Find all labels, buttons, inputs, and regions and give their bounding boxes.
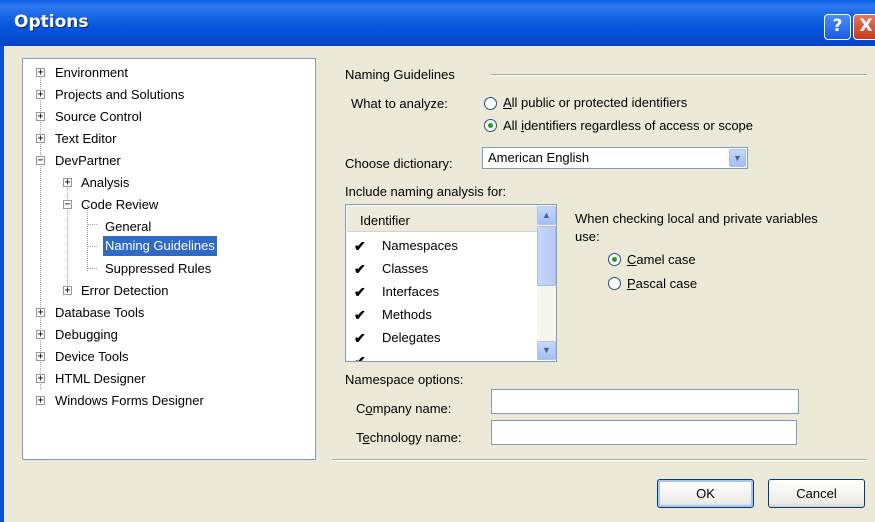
local-vars-label-line1: When checking local and private variable… [575, 211, 818, 226]
collapse-icon[interactable]: − [63, 200, 72, 210]
expand-icon[interactable]: + [36, 112, 45, 122]
list-header-identifier[interactable]: Identifier [347, 206, 537, 232]
namespace-options-label: Namespace options: [345, 372, 464, 387]
list-item-label: Namespaces [382, 238, 458, 253]
tree-item-label: Suppressed Rules [105, 261, 212, 276]
tree-connector [87, 246, 97, 247]
tree-item-label: Database Tools [55, 305, 145, 320]
tree-item-label: General [105, 219, 152, 234]
dictionary-value: American English [488, 150, 590, 165]
tree-item-label: HTML Designer [55, 371, 146, 386]
tree-connector [87, 224, 97, 225]
pascal-case-label[interactable]: Pascal case [627, 276, 697, 291]
checkbox-checked[interactable]: ✔ [354, 239, 367, 253]
company-label-pre: C [356, 401, 366, 416]
collapse-icon[interactable]: − [36, 156, 45, 166]
company-label-text: mpany name: [372, 401, 452, 416]
analyze-all-text: dentifiers regardless of access or scope [523, 118, 754, 133]
expand-icon[interactable]: + [63, 178, 72, 188]
pascal-case-text: ascal case [635, 276, 698, 291]
tree-item-label: Projects and Solutions [55, 87, 185, 102]
choose-dictionary-label: Choose dictionary: [345, 156, 453, 171]
analyze-all-radio[interactable] [484, 119, 497, 132]
analyze-public-radio[interactable] [484, 97, 497, 110]
section-title: Naming Guidelines [345, 67, 455, 82]
chevron-up-icon[interactable]: ▲ [537, 206, 556, 225]
checkbox-checked[interactable]: ✔ [354, 308, 367, 322]
include-label: Include naming analysis for: [345, 184, 507, 199]
tree-item-label: Windows Forms Designer [55, 393, 204, 408]
tree-item-label-selected: Naming Guidelines [103, 236, 217, 256]
checkbox-checked[interactable]: ✔ [354, 354, 367, 361]
expand-icon[interactable]: + [36, 68, 45, 78]
section-divider [490, 74, 867, 76]
pascal-case-radio[interactable] [608, 277, 621, 290]
list-item-label: Classes [382, 261, 429, 276]
tree-item-label: Code Review [81, 197, 159, 212]
expand-icon[interactable]: + [36, 352, 45, 362]
analyze-all-label[interactable]: All identifiers regardless of access or … [503, 118, 753, 133]
window-frame-left [0, 46, 4, 522]
tree-item-label: Source Control [55, 109, 142, 124]
technology-name-input[interactable] [491, 420, 797, 445]
tree-item-label: Error Detection [81, 283, 169, 298]
tree-item-label: Debugging [55, 327, 118, 342]
expand-icon[interactable]: + [36, 374, 45, 384]
access-key: C [627, 252, 637, 267]
analyze-public-text: ll public or protected identifiers [511, 95, 688, 110]
expand-icon[interactable]: + [36, 396, 45, 406]
tree-item-label: Analysis [81, 175, 130, 190]
title-bar: Options ? X [0, 0, 875, 46]
tree-item-label: Device Tools [55, 349, 129, 364]
chevron-down-icon[interactable]: ▼ [729, 149, 746, 167]
tree-item-label: Text Editor [55, 131, 117, 146]
technology-name-label: Technology name: [356, 430, 462, 445]
analyze-public-label[interactable]: All public or protected identifiers [503, 95, 687, 110]
company-name-label: Company name: [356, 401, 451, 416]
access-key: o [365, 401, 373, 416]
cancel-button[interactable]: Cancel [768, 479, 865, 508]
options-tree[interactable]: + Environment + Projects and Solutions +… [22, 58, 316, 460]
tree-item-label: DevPartner [55, 153, 121, 168]
camel-case-radio[interactable] [608, 253, 621, 266]
tree-connector [87, 268, 97, 269]
camel-case-label[interactable]: Camel case [627, 252, 696, 267]
bottom-divider [332, 459, 867, 461]
expand-icon[interactable]: + [36, 90, 45, 100]
list-item-label: Delegates [382, 330, 441, 345]
list-item-label: Methods [382, 307, 432, 322]
company-name-input[interactable] [491, 389, 799, 414]
analyze-all-text-pre: All [503, 118, 522, 133]
local-vars-label-line2: use: [575, 229, 600, 244]
access-key: A [503, 95, 512, 110]
expand-icon[interactable]: + [36, 308, 45, 318]
checkbox-checked[interactable]: ✔ [354, 262, 367, 276]
expand-icon[interactable]: + [36, 330, 45, 340]
checkbox-checked[interactable]: ✔ [354, 331, 367, 345]
access-key: P [627, 276, 636, 291]
access-key: e [362, 430, 370, 445]
tech-label-text: chnology name: [369, 430, 462, 445]
what-to-analyze-label: What to analyze: [351, 96, 448, 111]
ok-button[interactable]: OK [657, 479, 754, 508]
checkbox-checked[interactable]: ✔ [354, 285, 367, 299]
list-item-label: Interfaces [382, 284, 440, 299]
identifier-list[interactable]: Identifier ✔ Namespaces ✔ Classes ✔ Inte… [345, 204, 557, 362]
list-scrollbar[interactable]: ▲ ▼ [537, 206, 556, 360]
scrollbar-thumb[interactable] [537, 226, 556, 286]
expand-icon[interactable]: + [63, 286, 72, 296]
dictionary-select[interactable]: American English ▼ [482, 147, 748, 169]
close-button[interactable]: X [853, 14, 875, 40]
radio-selected-dot [612, 257, 617, 262]
radio-selected-dot [488, 123, 493, 128]
tree-item-label: Environment [55, 65, 128, 80]
window-title: Options [14, 12, 89, 32]
help-button[interactable]: ? [824, 14, 851, 40]
camel-case-text: amel case [636, 252, 696, 267]
chevron-down-icon[interactable]: ▼ [537, 341, 556, 360]
expand-icon[interactable]: + [36, 134, 45, 144]
